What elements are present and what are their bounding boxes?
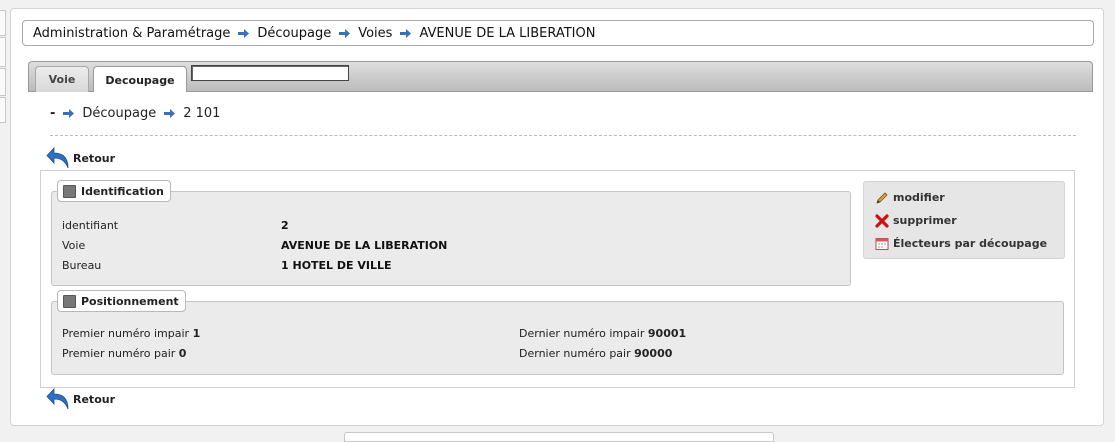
collapse-square-icon — [63, 184, 76, 198]
sub-breadcrumb: - Découpage 2 101 — [50, 106, 220, 121]
dernier-pair-value: 90000 — [634, 347, 673, 360]
retour-bottom-link[interactable]: Retour — [46, 388, 115, 410]
footer-strip — [344, 432, 774, 442]
tab-search-input[interactable] — [191, 65, 349, 81]
bureau-label: Bureau — [62, 259, 102, 272]
positionnement-title: Positionnement — [81, 294, 179, 308]
breadcrumb-item-admin[interactable]: Administration & Paramétrage — [33, 26, 230, 41]
breadcrumb: Administration & Paramétrage Découpage V… — [22, 20, 1094, 46]
retour-label: Retour — [73, 151, 116, 165]
arrow-right-icon — [238, 28, 250, 38]
divider — [50, 135, 1076, 136]
identifiant-label: identifiant — [62, 219, 119, 232]
dernier-pair-label: Dernier numéro pair — [519, 347, 631, 360]
dernier-impair-value: 90001 — [647, 327, 687, 340]
breadcrumb-item-decoupage[interactable]: Découpage — [257, 26, 331, 41]
form-box: Identification identifiant 2 Voie AVENUE… — [40, 170, 1075, 388]
back-arrow-icon — [46, 147, 69, 169]
arrow-right-icon — [164, 109, 176, 118]
main-panel: Administration & Paramétrage Découpage V… — [10, 8, 1104, 426]
modifier-label: modifier — [893, 191, 945, 204]
retour-label: Retour — [73, 392, 116, 406]
tab-content: - Découpage 2 101 Retour Identification … — [28, 92, 1093, 422]
side-strip — [0, 0, 6, 130]
identification-title: Identification — [81, 184, 164, 198]
sub-breadcrumb-current: 2 101 — [183, 106, 221, 121]
premier-pair-row: Premier numéro pair 0 — [62, 347, 186, 360]
actions-panel: modifier supprimer Électeurs par découpa… — [863, 181, 1065, 259]
dernier-pair-row: Dernier numéro pair 90000 — [519, 347, 672, 360]
arrow-right-icon — [63, 109, 75, 118]
retour-top-link[interactable]: Retour — [46, 147, 115, 169]
collapse-square-icon — [63, 294, 76, 308]
premier-impair-label: Premier numéro impair — [62, 327, 190, 340]
delete-x-icon — [874, 213, 889, 228]
calendar-icon — [874, 236, 889, 251]
back-arrow-icon — [46, 388, 69, 410]
positionnement-legend[interactable]: Positionnement — [57, 290, 186, 312]
voie-label: Voie — [62, 239, 86, 252]
electeurs-label: Électeurs par découpage — [893, 237, 1048, 250]
positionnement-fieldset: Positionnement Premier numéro impair 1 P… — [51, 290, 1064, 375]
dernier-impair-label: Dernier numéro impair — [519, 327, 645, 340]
arrow-right-icon — [400, 28, 412, 38]
breadcrumb-item-voies[interactable]: Voies — [358, 26, 392, 41]
voie-value: AVENUE DE LA LIBERATION — [281, 239, 448, 252]
premier-pair-label: Premier numéro pair — [62, 347, 176, 360]
arrow-right-icon — [339, 28, 351, 38]
modifier-action[interactable]: modifier — [874, 190, 945, 205]
dernier-impair-row: Dernier numéro impair 90001 — [519, 327, 686, 340]
supprimer-label: supprimer — [893, 214, 957, 227]
premier-pair-value: 0 — [178, 347, 187, 360]
identifiant-value: 2 — [281, 219, 289, 232]
premier-impair-value: 1 — [192, 327, 201, 340]
sub-breadcrumb-section[interactable]: Découpage — [82, 106, 156, 121]
identification-fieldset: Identification identifiant 2 Voie AVENUE… — [51, 180, 851, 286]
supprimer-action[interactable]: supprimer — [874, 213, 957, 228]
tabs-bar: Voie Decoupage — [28, 61, 1093, 93]
breadcrumb-item-current: AVENUE DE LA LIBERATION — [419, 25, 596, 41]
pencil-icon — [874, 190, 889, 205]
sub-breadcrumb-prefix: - — [50, 106, 56, 121]
premier-impair-row: Premier numéro impair 1 — [62, 327, 200, 340]
tab-decoupage[interactable]: Decoupage — [93, 66, 187, 93]
identification-legend[interactable]: Identification — [57, 180, 171, 202]
electeurs-action[interactable]: Électeurs par découpage — [874, 236, 1047, 251]
bureau-value: 1 HOTEL DE VILLE — [281, 259, 392, 272]
tab-voie[interactable]: Voie — [35, 66, 89, 92]
